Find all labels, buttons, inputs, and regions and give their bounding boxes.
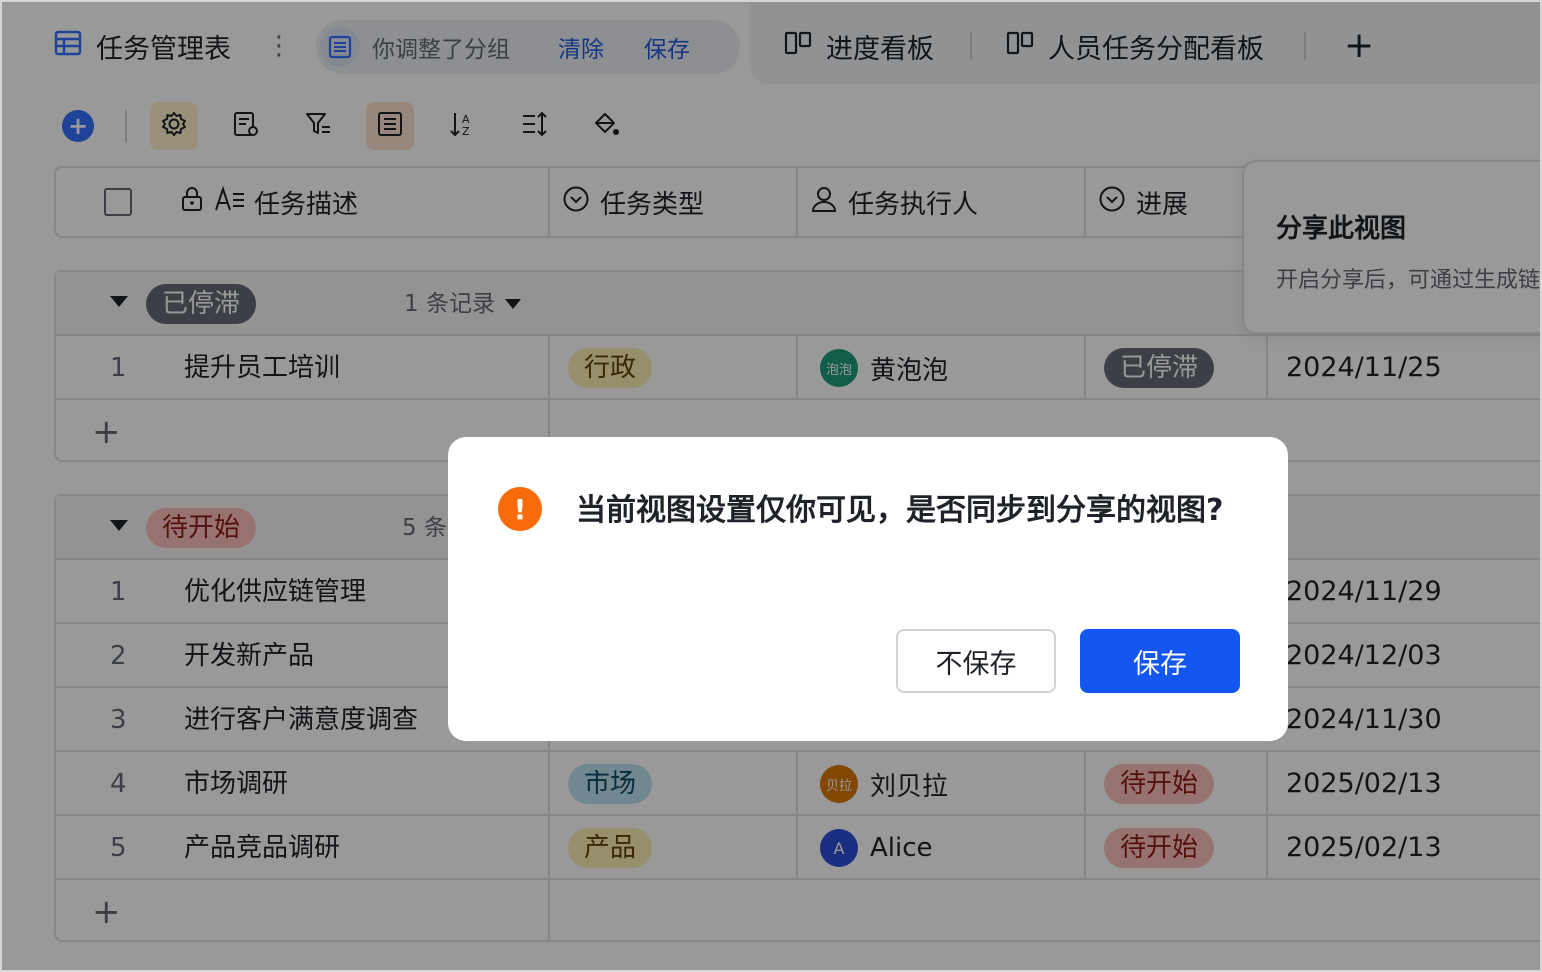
warning-icon: ! xyxy=(498,487,542,531)
app-window: 任务管理表 ⋮ 你调整了分组 清除 保存 进度看板 人员任务分配看板 + + A… xyxy=(0,0,1542,972)
dialog-message: 当前视图设置仅你可见，是否同步到分享的视图? xyxy=(576,493,1224,528)
save-button[interactable]: 保存 xyxy=(1080,629,1240,693)
sync-confirm-dialog: ! 当前视图设置仅你可见，是否同步到分享的视图? 不保存 保存 xyxy=(448,437,1288,741)
dont-save-button[interactable]: 不保存 xyxy=(896,629,1056,693)
